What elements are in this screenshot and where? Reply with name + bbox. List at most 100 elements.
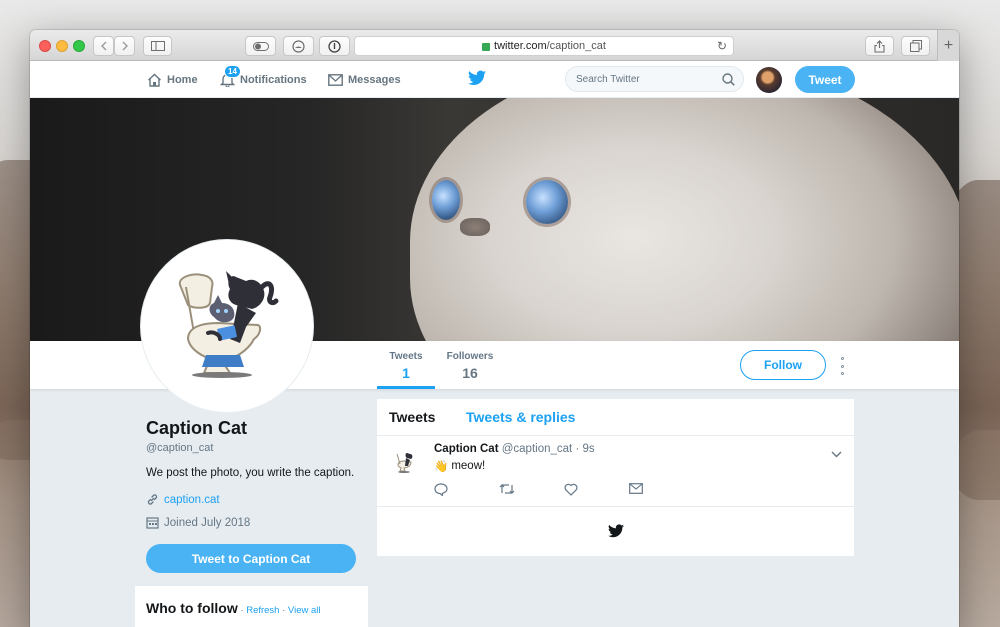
tab-tweets[interactable]: Tweets (389, 409, 435, 425)
calendar-icon (146, 516, 160, 529)
twitter-nav: Home 14 Notifications Messages Search Tw… (30, 61, 959, 98)
envelope-icon (327, 72, 343, 88)
waving-hand-emoji: 👋 (434, 461, 449, 473)
sidebar-toggle-button[interactable] (143, 36, 172, 56)
chevron-right-icon (122, 41, 128, 51)
stat-tweets-label: Tweets (389, 351, 423, 362)
who-to-follow-sep1: · (237, 605, 247, 616)
zoom-window-button[interactable] (73, 40, 85, 52)
chevron-down-icon[interactable] (831, 445, 842, 463)
extension-reader-button[interactable] (283, 36, 314, 56)
tweet-text: 👋 meow! (434, 459, 485, 473)
tweet-author-handle[interactable]: @caption_cat (502, 443, 573, 455)
profile-joined: Joined July 2018 (146, 516, 250, 529)
profile-avatar[interactable] (141, 240, 313, 412)
shield-icon (292, 39, 305, 53)
browser-toolbar: twitter.com/caption_cat ↻ + (30, 30, 959, 61)
stat-tweets[interactable]: Tweets 1 (377, 341, 435, 389)
stat-followers[interactable]: Followers 16 (442, 341, 498, 389)
nav-messages-label: Messages (348, 73, 401, 86)
new-tab-button[interactable]: + (937, 30, 959, 61)
stat-tweets-value: 1 (402, 365, 410, 381)
browser-window: twitter.com/caption_cat ↻ + Home 14 Noti… (30, 30, 959, 627)
url-path: /caption_cat (546, 40, 606, 52)
cat-on-toilet-logo (178, 271, 279, 378)
nav-messages[interactable]: Messages (327, 61, 401, 98)
tabs-overview-button[interactable] (901, 36, 930, 56)
tab-tweets-and-replies[interactable]: Tweets & replies (466, 409, 575, 425)
link-icon (146, 493, 160, 506)
address-bar[interactable]: twitter.com/caption_cat ↻ (354, 36, 734, 56)
profile-handle: @caption_cat (146, 442, 214, 454)
profile-name: Caption Cat (146, 418, 247, 438)
search-input[interactable]: Search Twitter (565, 66, 744, 92)
banner-cat-eye-right (526, 180, 568, 224)
profile-website-link[interactable]: caption.cat (146, 493, 220, 506)
share-icon (874, 39, 885, 53)
banner-cat-nose (460, 218, 490, 236)
minimize-window-button[interactable] (56, 40, 68, 52)
stat-followers-label: Followers (446, 351, 494, 362)
who-to-follow-sep2: · (279, 605, 288, 616)
user-avatar[interactable] (756, 67, 782, 93)
plus-icon: + (943, 36, 954, 54)
tweet-timestamp[interactable]: · 9s (575, 443, 594, 455)
notifications-badge: 14 (224, 65, 241, 78)
cat-on-toilet-logo-small (396, 453, 413, 473)
search-placeholder: Search Twitter (576, 73, 640, 85)
tweet-author-name[interactable]: Caption Cat (434, 443, 499, 455)
banner-cat-eye-left (432, 180, 460, 220)
close-window-button[interactable] (39, 40, 51, 52)
profile-website-text[interactable]: caption.cat (164, 494, 220, 506)
who-to-follow-refresh-link[interactable]: Refresh (246, 605, 279, 616)
timeline-tabs: Tweets Tweets & replies (377, 399, 854, 436)
timeline: Tweets Tweets & replies Caption Cat @cap… (377, 399, 854, 556)
reload-icon[interactable]: ↻ (717, 39, 727, 53)
nav-home-label: Home (167, 73, 198, 86)
more-options-icon[interactable] (838, 357, 846, 375)
stat-followers-value: 16 (462, 365, 478, 381)
twitter-bird-logo[interactable] (468, 70, 486, 91)
tweet-avatar[interactable] (391, 448, 419, 476)
back-button[interactable] (93, 36, 114, 56)
tabs-icon (909, 40, 922, 52)
twitter-bird-icon (468, 70, 486, 86)
heart-icon (564, 483, 578, 496)
search-icon[interactable] (722, 73, 735, 89)
who-to-follow-view-all-link[interactable]: View all (288, 605, 321, 616)
banner-cat-face (410, 98, 959, 341)
share-button[interactable] (865, 36, 894, 56)
nav-home[interactable]: Home (146, 61, 198, 98)
reply-icon (434, 483, 448, 496)
info-icon (328, 39, 341, 53)
nav-notifications[interactable]: 14 Notifications (219, 61, 307, 98)
follow-button[interactable]: Follow (740, 350, 826, 380)
compose-tweet-button[interactable]: Tweet (795, 66, 855, 93)
twitter-bird-icon (607, 524, 624, 538)
profile-bio: We post the photo, you write the caption… (146, 467, 355, 479)
timeline-end-marker (377, 507, 854, 555)
sidebar-icon (150, 41, 165, 51)
like-button[interactable] (564, 483, 629, 496)
reply-button[interactable] (434, 483, 499, 496)
who-to-follow-module: Who to follow · Refresh · View all (135, 586, 368, 627)
lock-icon (482, 43, 491, 51)
retweet-button[interactable] (499, 483, 564, 496)
url-domain: twitter.com (494, 40, 547, 52)
tweet-body: meow! (451, 460, 486, 472)
profile-joined-text: Joined July 2018 (164, 516, 251, 529)
tweet-actions (434, 483, 694, 496)
chevron-left-icon (100, 41, 106, 51)
home-icon (146, 72, 162, 88)
direct-message-button[interactable] (629, 483, 694, 496)
nav-notifications-label: Notifications (240, 73, 307, 86)
tweet-item[interactable]: Caption Cat @caption_cat · 9s 👋 meow! (377, 436, 854, 507)
extension-info-button[interactable] (319, 36, 350, 56)
envelope-icon (629, 483, 643, 494)
forward-button[interactable] (114, 36, 135, 56)
who-to-follow-title: Who to follow (146, 600, 238, 616)
tweet-header: Caption Cat @caption_cat · 9s (434, 443, 595, 455)
extension-toggle-button[interactable] (245, 36, 276, 56)
retweet-icon (499, 484, 515, 494)
tweet-to-button[interactable]: Tweet to Caption Cat (146, 544, 356, 573)
